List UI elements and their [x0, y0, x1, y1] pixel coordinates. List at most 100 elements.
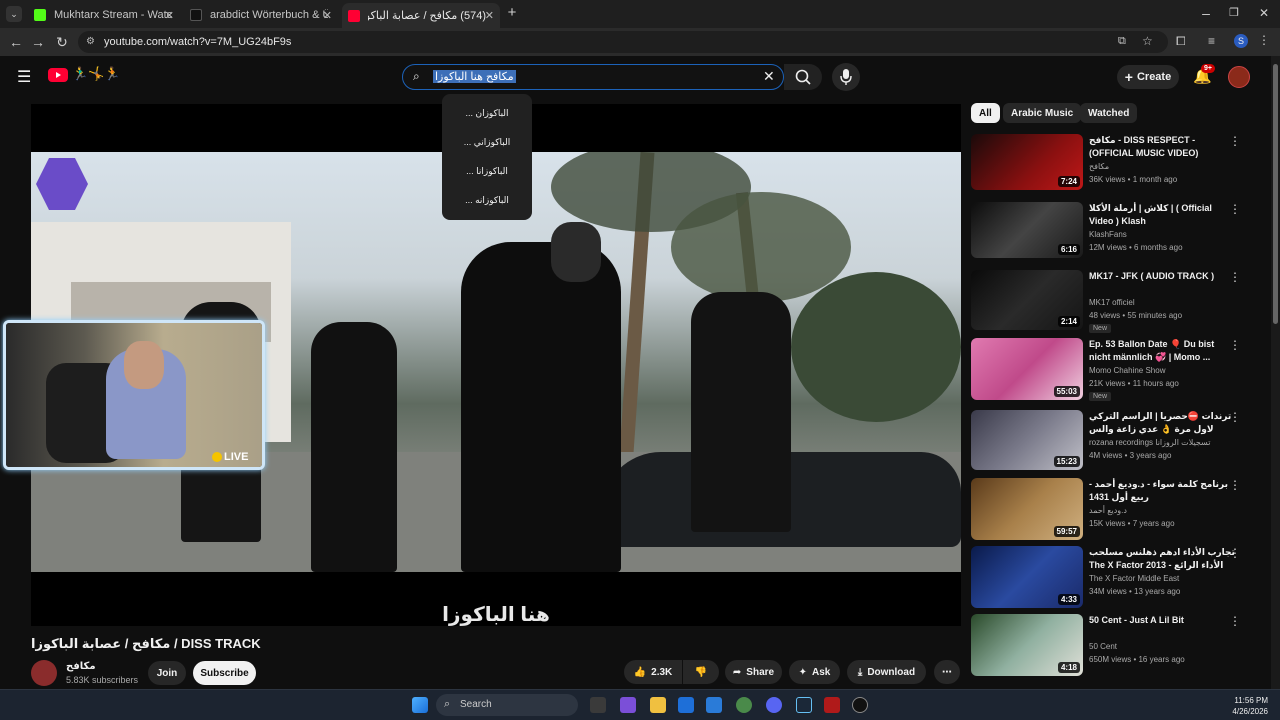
media-control-icon[interactable]: ≡	[1208, 34, 1215, 48]
chrome-icon[interactable]	[736, 697, 752, 713]
more-vertical-icon[interactable]: ⋮	[1229, 478, 1241, 492]
more-vertical-icon[interactable]: ⋮	[1229, 614, 1241, 628]
video-thumbnail[interactable]: 15:23	[971, 410, 1083, 470]
close-icon[interactable]: ✕	[323, 9, 332, 22]
youtube-logo-icon[interactable]	[48, 68, 68, 82]
outlook-icon[interactable]	[706, 697, 722, 713]
back-button[interactable]: ←	[8, 34, 24, 50]
steam-icon[interactable]	[796, 697, 812, 713]
tab-search-button[interactable]: ⌄	[6, 6, 22, 22]
discord-icon[interactable]	[766, 697, 782, 713]
video-thumbnail[interactable]: 2:14	[971, 270, 1083, 330]
recommendation-item[interactable]: 4:18 50 Cent - Just A Lil Bit 50 Cent 65…	[971, 614, 1261, 678]
windows-start-icon[interactable]	[412, 697, 428, 713]
recommendation-item[interactable]: 15:23 ترندات ⛔حصريا | الراسم التركي لاول…	[971, 410, 1261, 474]
tab-arabdict[interactable]: arabdict Wörterbuch & Übersetzer ✕	[184, 4, 338, 26]
recommendation-title[interactable]: 50 Cent - Just A Lil Bit	[1089, 614, 1237, 627]
restore-button[interactable]: ❐	[1226, 5, 1242, 21]
recommendation-item[interactable]: 59:57 برنامج كلمة سواء - د.وديع أحمد - ر…	[971, 478, 1261, 542]
video-thumbnail[interactable]: 7:24	[971, 134, 1083, 190]
recommendation-item[interactable]: 6:16 كلاش | أرملة الأكلا | ( Official Vi…	[971, 202, 1261, 266]
recommendation-channel[interactable]: 50 Cent	[1089, 642, 1117, 651]
arabdict-app-icon[interactable]	[824, 697, 840, 713]
video-thumbnail[interactable]: 6:16	[971, 202, 1083, 258]
create-button[interactable]: + Create	[1117, 65, 1179, 89]
recommendation-item[interactable]: 2:14 MK17 - JFK ( AUDIO TRACK ) MK17 off…	[971, 270, 1261, 334]
window-close-button[interactable]: ✕	[1256, 5, 1272, 21]
search-input[interactable]: مكافح هنا الباكوزا	[433, 70, 516, 83]
video-thumbnail[interactable]: 55:03	[971, 338, 1083, 400]
close-icon[interactable]: ✕	[165, 9, 174, 22]
suggestion-item[interactable]: الباكوزاني ...	[442, 137, 532, 148]
more-vertical-icon[interactable]: ⋮	[1229, 546, 1241, 560]
video-thumbnail[interactable]: 59:57	[971, 478, 1083, 540]
doodle-logo-icon[interactable]: 🏃‍♂️🤸🏃	[72, 66, 121, 82]
suggestion-item[interactable]: الباكوزانه ...	[442, 195, 532, 206]
search-button[interactable]	[784, 64, 822, 90]
suggestion-item[interactable]: الباكوزانا ...	[442, 166, 532, 177]
recommendation-channel[interactable]: مكافح	[1089, 162, 1109, 171]
more-vertical-icon[interactable]: ⋮	[1229, 410, 1241, 424]
more-vertical-icon[interactable]: ⋮	[1229, 202, 1241, 216]
chip-all[interactable]: All	[971, 103, 1000, 123]
recommendation-title[interactable]: تجارب الأداء ادهم ذهلنس مسلحب الأداء الر…	[1089, 546, 1237, 572]
more-vertical-icon[interactable]: ⋮	[1229, 270, 1241, 284]
recommendation-channel[interactable]: KlashFans	[1089, 230, 1127, 239]
system-clock[interactable]: 11:56 PM 4/26/2026	[1222, 695, 1268, 717]
profile-avatar[interactable]: S	[1234, 34, 1248, 48]
video-thumbnail[interactable]: 4:18	[971, 614, 1083, 676]
recommendation-channel[interactable]: rozana recordings تسجيلات الروزانا	[1089, 438, 1210, 447]
extensions-icon[interactable]: ⧠	[1176, 34, 1186, 49]
ask-button[interactable]: ✦ Ask	[789, 660, 840, 684]
recommendation-item[interactable]: 55:03 Ep. 53 Ballon Date 🎈 Du bist nicht…	[971, 338, 1261, 402]
scrollbar-thumb[interactable]	[1273, 64, 1278, 324]
cast-icon[interactable]: ⧉	[1118, 35, 1126, 48]
store-icon[interactable]	[678, 697, 694, 713]
recommendation-title[interactable]: برنامج كلمة سواء - د.وديع أحمد - ربيع أو…	[1089, 478, 1237, 504]
task-view-icon[interactable]	[590, 697, 606, 713]
subscribe-button[interactable]: Subscribe	[193, 661, 256, 685]
recommendation-title[interactable]: ترندات ⛔حصريا | الراسم التركي لاول مرة 👌…	[1089, 410, 1237, 436]
close-icon[interactable]: ✕	[485, 9, 494, 22]
recommendation-title[interactable]: كلاش | أرملة الأكلا | ( Official Video )…	[1089, 202, 1237, 228]
minimize-button[interactable]: –	[1198, 5, 1214, 21]
account-avatar[interactable]	[1228, 66, 1250, 88]
taskbar-search[interactable]: ⌕ Search	[436, 694, 578, 716]
tab-youtube[interactable]: (574) مكافح / عصابة الباكوزا - YouTube ✕	[342, 3, 500, 28]
recommendation-item[interactable]: 7:24 مكافح - DISS RESPECT - (OFFICIAL MU…	[971, 134, 1261, 198]
reload-button[interactable]: ↻	[54, 34, 70, 50]
more-vertical-icon[interactable]: ⋮	[1229, 338, 1241, 352]
share-button[interactable]: ➦ Share	[725, 660, 782, 684]
more-vertical-icon[interactable]: ⋮	[1229, 134, 1241, 148]
video-thumbnail[interactable]: 4:33	[971, 546, 1083, 608]
recommendation-channel[interactable]: MK17 officiel	[1089, 298, 1135, 307]
more-actions-button[interactable]: ⋯	[934, 660, 960, 684]
dislike-button[interactable]: 👎	[683, 660, 719, 684]
address-bar[interactable]: ⚙ youtube.com/watch?v=7M_UG24bF9s ⧉ ☆	[78, 31, 1168, 53]
file-explorer-icon[interactable]	[650, 697, 666, 713]
recommendation-title[interactable]: مكافح - DISS RESPECT - (OFFICIAL MUSIC V…	[1089, 134, 1237, 160]
menu-hamburger-icon[interactable]: ☰	[17, 67, 31, 87]
new-tab-button[interactable]: +	[504, 5, 520, 21]
like-button[interactable]: 👍 2.3K	[624, 660, 682, 684]
recommendation-title[interactable]: Ep. 53 Ballon Date 🎈 Du bist nicht männl…	[1089, 338, 1237, 364]
recommendation-title[interactable]: MK17 - JFK ( AUDIO TRACK )	[1089, 270, 1237, 283]
download-button[interactable]: ⤓ Download	[847, 660, 926, 684]
copilot-icon[interactable]	[620, 697, 636, 713]
bookmark-star-icon[interactable]: ☆	[1142, 34, 1153, 48]
chip-arabic-music[interactable]: Arabic Music	[1003, 103, 1082, 123]
recommendation-channel[interactable]: د.وديع أحمد	[1089, 506, 1127, 515]
join-button[interactable]: Join	[148, 661, 186, 685]
chip-watched[interactable]: Watched	[1080, 103, 1138, 123]
channel-name[interactable]: مكافح	[66, 661, 96, 672]
page-scrollbar[interactable]	[1271, 56, 1280, 689]
site-info-icon[interactable]: ⚙	[86, 36, 95, 47]
recommendation-channel[interactable]: The X Factor Middle East	[1089, 574, 1179, 583]
browser-menu-icon[interactable]: ⋮	[1258, 33, 1270, 47]
recommendation-item[interactable]: 4:33 تجارب الأداء ادهم ذهلنس مسلحب الأدا…	[971, 546, 1261, 610]
channel-avatar[interactable]	[31, 660, 57, 686]
recommendation-channel[interactable]: Momo Chahine Show	[1089, 366, 1165, 375]
forward-button[interactable]: →	[30, 34, 46, 50]
clear-search-icon[interactable]: ✕	[763, 68, 775, 85]
obs-icon[interactable]	[852, 697, 868, 713]
